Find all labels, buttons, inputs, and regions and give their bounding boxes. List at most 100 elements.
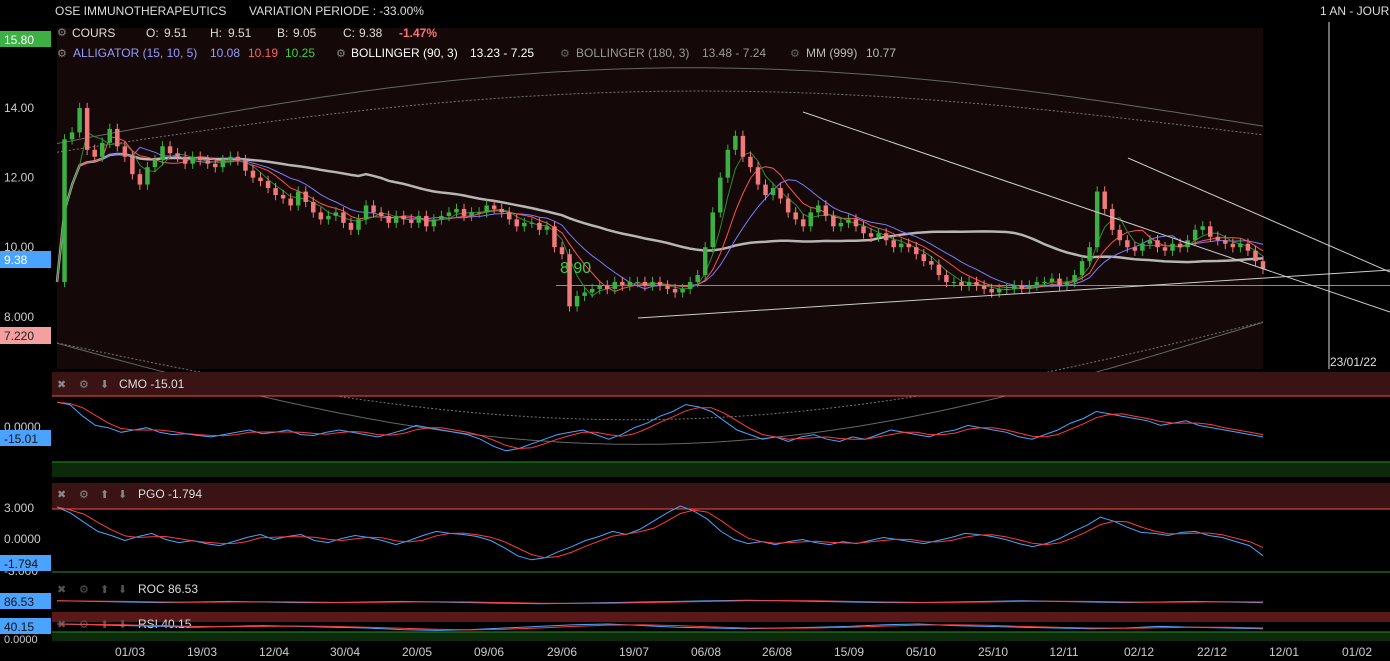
candle-body[interactable]: [574, 295, 580, 307]
candle-body[interactable]: [529, 222, 535, 224]
candle-body[interactable]: [1064, 282, 1070, 286]
candle-body[interactable]: [99, 142, 105, 157]
candle-body[interactable]: [559, 247, 565, 255]
candle-body[interactable]: [657, 282, 663, 286]
candle-body[interactable]: [748, 156, 753, 168]
candle-body[interactable]: [1207, 226, 1213, 237]
candle-body[interactable]: [763, 184, 768, 196]
candle-body[interactable]: [363, 205, 369, 220]
candle-body[interactable]: [77, 108, 82, 133]
candle-body[interactable]: [1230, 243, 1236, 248]
candle-body[interactable]: [318, 212, 324, 220]
candle-body[interactable]: [333, 212, 339, 216]
candle-body[interactable]: [280, 195, 286, 199]
candle-body[interactable]: [981, 285, 987, 289]
candle-body[interactable]: [1245, 243, 1251, 251]
gear-icon[interactable]: ⚙: [560, 48, 570, 60]
period-selector[interactable]: 1 AN - JOUR: [1320, 4, 1390, 18]
candle-body[interactable]: [838, 222, 844, 227]
gear-icon[interactable]: ⚙: [336, 48, 346, 60]
candle-body[interactable]: [974, 282, 979, 286]
candle-body[interactable]: [288, 198, 293, 206]
candle-body[interactable]: [597, 285, 602, 289]
close-icon[interactable]: ✖: [57, 379, 66, 391]
candle-body[interactable]: [1223, 240, 1228, 244]
candle-body[interactable]: [642, 282, 648, 286]
candle-body[interactable]: [197, 156, 203, 161]
candle-body[interactable]: [989, 288, 994, 293]
candle-body[interactable]: [831, 215, 836, 227]
candle-body[interactable]: [461, 208, 467, 216]
candle-body[interactable]: [295, 191, 301, 206]
candle-body[interactable]: [853, 219, 859, 227]
candle-body[interactable]: [311, 201, 316, 213]
close-icon[interactable]: ✖: [57, 489, 66, 501]
candle-body[interactable]: [650, 282, 655, 286]
candle-body[interactable]: [356, 219, 361, 230]
gear-icon[interactable]: ⚙: [79, 379, 89, 391]
candle-body[interactable]: [1049, 278, 1055, 283]
candle-body[interactable]: [1094, 191, 1100, 248]
candle-body[interactable]: [522, 222, 527, 227]
candle-body[interactable]: [816, 205, 821, 213]
candle-body[interactable]: [303, 191, 308, 202]
candle-body[interactable]: [582, 292, 587, 296]
candle-body[interactable]: [190, 156, 195, 164]
candle-body[interactable]: [552, 226, 557, 248]
candle-body[interactable]: [213, 163, 218, 168]
candle-body[interactable]: [220, 160, 226, 168]
candle-body[interactable]: [1019, 285, 1025, 289]
candle-body[interactable]: [823, 205, 829, 216]
candle-body[interactable]: [936, 264, 942, 276]
candle-body[interactable]: [92, 149, 97, 157]
candle-body[interactable]: [152, 160, 158, 168]
candle-body[interactable]: [409, 219, 414, 223]
candle-body[interactable]: [1125, 240, 1130, 248]
candle-body[interactable]: [431, 219, 437, 227]
candle-body[interactable]: [929, 261, 934, 265]
candle-body[interactable]: [424, 215, 429, 227]
candle-body[interactable]: [680, 288, 685, 293]
gear-icon[interactable]: ⚙: [79, 584, 89, 596]
candle-body[interactable]: [906, 243, 911, 248]
candle-body[interactable]: [1192, 229, 1198, 241]
candle-body[interactable]: [326, 215, 331, 220]
candle-body[interactable]: [1087, 247, 1092, 262]
candle-body[interactable]: [1147, 240, 1153, 244]
candle-body[interactable]: [846, 219, 851, 223]
candle-body[interactable]: [1253, 250, 1258, 262]
stock-chart[interactable]: OSE IMMUNOTHERAPEUTICS VARIATION PERIODE…: [0, 0, 1390, 661]
candle-body[interactable]: [785, 198, 791, 213]
candle-body[interactable]: [243, 160, 248, 171]
candle-body[interactable]: [635, 282, 640, 284]
candle-body[interactable]: [695, 275, 700, 283]
candle-body[interactable]: [235, 156, 241, 161]
candle-body[interactable]: [898, 243, 904, 248]
candle-body[interactable]: [439, 215, 444, 220]
candle-body[interactable]: [665, 285, 670, 289]
candle-body[interactable]: [620, 282, 625, 286]
candle-body[interactable]: [876, 233, 881, 237]
arrow-down-icon[interactable]: ⬇: [118, 489, 127, 501]
candle-body[interactable]: [1042, 282, 1047, 284]
candle-body[interactable]: [687, 282, 693, 289]
candle-body[interactable]: [1140, 243, 1145, 251]
candle-body[interactable]: [348, 222, 354, 230]
candle-body[interactable]: [250, 170, 256, 178]
candle-body[interactable]: [944, 275, 949, 283]
candle-body[interactable]: [476, 212, 482, 214]
candle-body[interactable]: [1260, 261, 1266, 269]
candle-body[interactable]: [800, 219, 806, 227]
candle-body[interactable]: [604, 285, 610, 289]
candle-body[interactable]: [1072, 275, 1077, 283]
gear-icon[interactable]: ⚙: [57, 48, 67, 60]
gear-icon[interactable]: ⚙: [790, 48, 800, 60]
candle-body[interactable]: [891, 240, 896, 248]
candle-body[interactable]: [84, 108, 90, 150]
candle-body[interactable]: [672, 288, 678, 293]
close-icon[interactable]: ✖: [57, 584, 66, 596]
candle-body[interactable]: [167, 146, 173, 154]
candle-body[interactable]: [491, 205, 497, 209]
arrow-up-icon[interactable]: ⬆: [100, 584, 109, 596]
gear-icon[interactable]: ⚙: [57, 27, 67, 39]
